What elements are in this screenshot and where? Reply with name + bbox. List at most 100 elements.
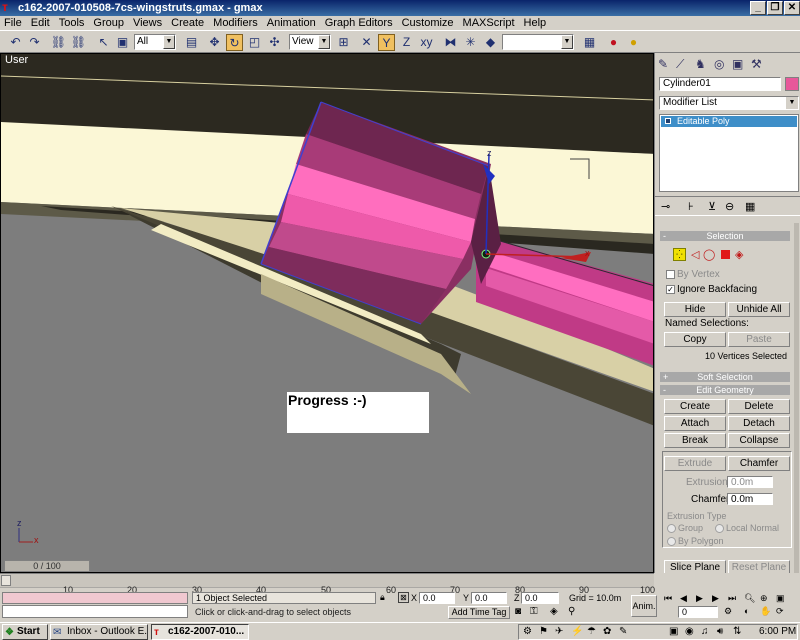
motion-tab-icon[interactable]: ◎ — [714, 57, 724, 71]
previous-frame-icon[interactable]: ◀ — [680, 593, 687, 604]
local-normal-radio[interactable] — [715, 524, 724, 533]
extrude-button[interactable]: Extrude — [664, 456, 726, 471]
pin-stack-icon[interactable]: ⊸ — [661, 200, 670, 213]
y-coord-field[interactable]: 0.0 — [471, 592, 507, 604]
expand-icon[interactable] — [665, 118, 671, 124]
animate-button[interactable]: Anim. — [631, 595, 657, 617]
restrict-xy-icon[interactable]: xy — [418, 34, 435, 51]
reference-coordinate-dropdown[interactable]: View ▼ — [289, 34, 331, 50]
unhide-all-button[interactable]: Unhide All — [728, 302, 790, 317]
selection-filter-dropdown[interactable]: All ▼ — [134, 34, 176, 50]
chamfer-button[interactable]: Chamfer — [728, 456, 790, 471]
slice-plane-button[interactable]: Slice Plane — [664, 560, 726, 573]
clock[interactable]: 6:00 PM — [759, 626, 796, 637]
create-button[interactable]: Create — [664, 399, 726, 414]
element-subobject-icon[interactable]: ◈ — [735, 248, 743, 261]
menu-views[interactable]: Views — [129, 16, 167, 30]
menu-maxscript[interactable]: MAXScript — [459, 16, 520, 30]
tray-icon-5[interactable]: ☂ — [587, 626, 596, 637]
selection-rollout-header[interactable]: - Selection — [660, 231, 790, 241]
select-and-link-icon[interactable]: ⛓ — [50, 34, 67, 51]
field-of-view-icon[interactable]: ◐ — [744, 606, 749, 616]
tray-icon-3[interactable]: ✈ — [555, 626, 563, 637]
select-and-rotate-icon[interactable]: ↻ — [226, 34, 243, 51]
menu-modifiers[interactable]: Modifiers — [209, 16, 263, 30]
menu-animation[interactable]: Animation — [263, 16, 321, 30]
mirror-icon[interactable]: ⧓ — [442, 34, 459, 51]
restrict-x-icon[interactable]: ✕ — [358, 34, 375, 51]
current-frame-field[interactable]: 0 — [678, 606, 718, 618]
restrict-y-icon[interactable]: Y — [378, 34, 395, 51]
tray-icon-7[interactable]: ✎ — [619, 626, 627, 637]
copy-button[interactable]: Copy — [664, 332, 726, 347]
taskbar-gmax[interactable]: ᴛ c162-2007-010... — [151, 624, 249, 640]
vertex-subobject-icon[interactable]: ⁛ — [673, 248, 686, 261]
select-by-name-icon[interactable]: ▤ — [183, 34, 200, 51]
show-end-result-icon[interactable]: ⊦ — [688, 200, 694, 213]
tray-icon-10[interactable]: ♫ — [701, 626, 709, 637]
pan-icon[interactable]: ✋ — [760, 606, 771, 617]
menu-edit[interactable]: Edit — [27, 16, 55, 30]
menu-help[interactable]: Help — [520, 16, 552, 30]
tray-icon-6[interactable]: ✿ — [603, 626, 611, 637]
reset-plane-button[interactable]: Reset Plane — [728, 560, 790, 573]
user-viewport[interactable]: z x z x User — [0, 53, 654, 573]
region-select-icon[interactable]: ▣ — [114, 34, 131, 51]
network-icon[interactable]: ⇅ — [733, 626, 741, 637]
absolute-mode-icon[interactable]: ⊠ — [398, 592, 409, 603]
tray-icon-4[interactable]: ⚡ — [571, 626, 583, 637]
minimize-button[interactable]: _ — [750, 1, 766, 15]
detach-button[interactable]: Detach — [728, 416, 790, 431]
stack-item-editable-poly[interactable]: Editable Poly — [661, 116, 797, 127]
by-polygon-radio[interactable] — [667, 537, 676, 546]
select-object-icon[interactable]: ↖ — [95, 34, 112, 51]
material-editor-icon[interactable]: ▦ — [581, 34, 598, 51]
restore-button[interactable]: ❐ — [767, 1, 783, 15]
start-button[interactable]: ❖ Start — [2, 624, 48, 640]
maxscript-listener-white[interactable] — [2, 605, 188, 618]
add-time-tag-button[interactable]: Add Time Tag — [448, 606, 510, 619]
zoom-icon[interactable]: 🔍︎ — [744, 593, 755, 604]
menu-file[interactable]: File — [0, 16, 27, 30]
chamfer-field[interactable]: 0.0m — [727, 493, 773, 505]
collapse-button[interactable]: Collapse — [728, 433, 790, 448]
select-and-scale-icon[interactable]: ◰ — [246, 34, 263, 51]
menu-create[interactable]: Create — [167, 16, 209, 30]
z-coord-field[interactable]: 0.0 — [521, 592, 559, 604]
close-button[interactable]: ✕ — [784, 1, 800, 15]
attach-button[interactable]: Attach — [664, 416, 726, 431]
polygon-subobject-icon[interactable] — [721, 250, 730, 259]
by-vertex-checkbox[interactable] — [666, 270, 675, 279]
unlink-icon[interactable]: ⛓ — [70, 34, 87, 51]
taskbar-outlook[interactable]: ✉ Inbox - Outlook E... — [50, 624, 148, 640]
edit-geometry-rollout-header[interactable]: - Edit Geometry — [660, 385, 790, 395]
angle-snap-icon[interactable]: ◆ — [482, 34, 499, 51]
zoom-all-icon[interactable]: ⊕ — [760, 593, 768, 604]
menu-customize[interactable]: Customize — [398, 16, 459, 30]
extrusion-field[interactable]: 0.0m — [727, 476, 773, 488]
ignore-backfacing-checkbox[interactable]: ✓ — [666, 285, 675, 294]
redo-icon[interactable]: ↷ — [26, 34, 43, 51]
time-slider-thumb[interactable] — [1, 575, 11, 586]
tray-icon-8[interactable]: ▣ — [669, 626, 678, 637]
paste-button[interactable]: Paste — [728, 332, 790, 347]
viewport-label[interactable]: User — [5, 54, 28, 66]
x-coord-field[interactable]: 0.0 — [419, 592, 455, 604]
volume-icon[interactable]: 🔊︎ — [717, 626, 723, 637]
go-to-end-icon[interactable]: ⏭ — [728, 593, 736, 604]
edge-subobject-icon[interactable]: ◁ — [691, 248, 699, 261]
group-radio[interactable] — [667, 524, 676, 533]
play-icon[interactable]: ▶ — [696, 593, 703, 604]
remove-modifier-icon[interactable]: ⊖ — [725, 200, 734, 213]
undo-icon[interactable]: ↶ — [7, 34, 24, 51]
modifier-list-dropdown[interactable]: Modifier List ▼ — [659, 96, 799, 110]
create-tab-icon[interactable]: ✎ — [658, 57, 668, 71]
frame-counter[interactable]: 0 / 100 — [4, 560, 90, 572]
tray-icon-1[interactable]: ⚙ — [523, 626, 532, 637]
menu-tools[interactable]: Tools — [55, 16, 90, 30]
arc-rotate-icon[interactable]: ⟳ — [776, 606, 784, 617]
maxscript-listener-pink[interactable] — [2, 592, 188, 604]
object-color-swatch[interactable] — [785, 77, 799, 91]
hierarchy-tab-icon[interactable]: ♞ — [695, 57, 706, 71]
make-unique-icon[interactable]: ⊻ — [708, 200, 716, 213]
